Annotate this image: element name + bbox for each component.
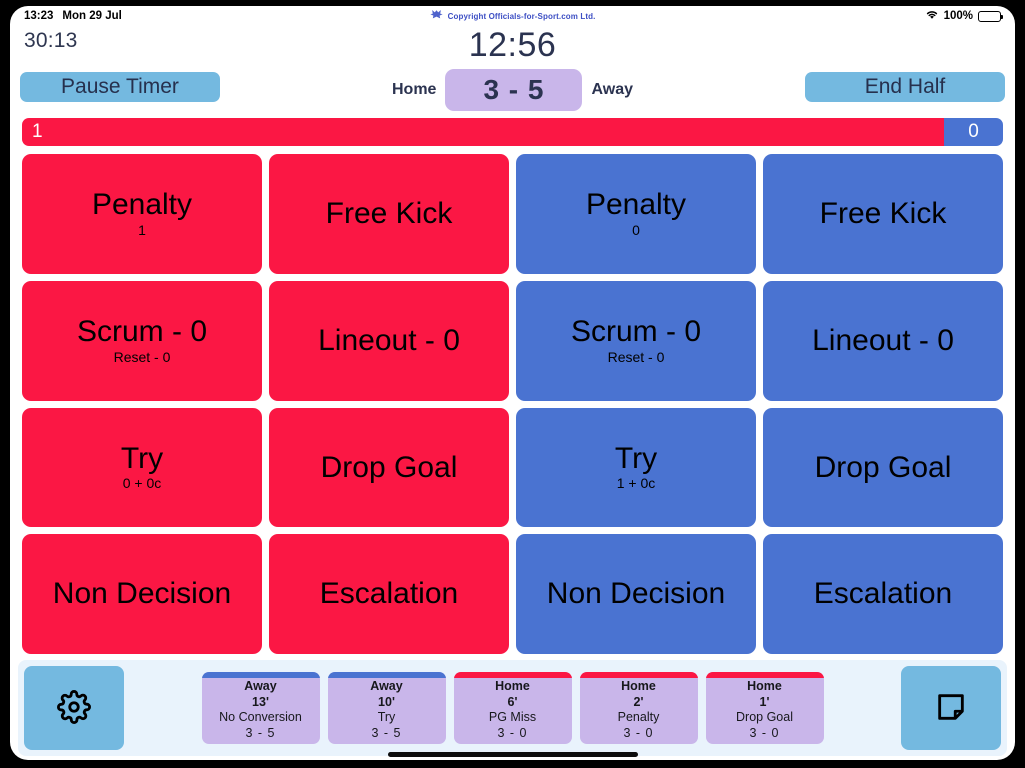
event-score: 3 - 5	[245, 725, 276, 740]
action-button-grid: Penalty 1 Free Kick Penalty 0 Free Kick Scrum …	[10, 154, 1015, 660]
settings-button[interactable]	[24, 666, 124, 750]
possession-home-count: 1	[32, 121, 43, 142]
event-time: 2'	[633, 694, 644, 709]
home-team-label: Home	[392, 81, 437, 98]
bottom-toolbar: Away 13' No Conversion 3 - 5 Away 10' Try 3 - 5…	[18, 660, 1007, 756]
action-button-home-escalation[interactable]: Escalation	[269, 534, 509, 654]
event-type: Drop Goal	[736, 710, 793, 725]
wifi-icon	[925, 9, 939, 23]
event-log-list: Away 13' No Conversion 3 - 5 Away 10' Try 3 - 5…	[130, 666, 895, 750]
event-score: 3 - 0	[749, 725, 780, 740]
event-time: 10'	[378, 694, 395, 709]
possession-away-count: 0	[968, 121, 979, 142]
action-button-away-escalation[interactable]: Escalation	[763, 534, 1003, 654]
event-type: No Conversion	[219, 710, 302, 725]
action-button-home-non-decision[interactable]: Non Decision	[22, 534, 262, 654]
status-bar-date: Mon 29 Jul	[62, 10, 122, 22]
action-button-home-try[interactable]: Try 0 + 0c	[22, 407, 262, 528]
action-subtitle: Reset - 0	[113, 348, 171, 365]
action-button-away-penalty[interactable]: Penalty 0	[516, 154, 756, 274]
status-bar-center: Copyright Officials-for-Sport.com Ltd.	[10, 9, 1015, 23]
action-subtitle: 0 + 0c	[122, 475, 162, 492]
event-team: Home	[747, 679, 782, 693]
battery-percent-label: 100%	[943, 10, 973, 22]
action-button-home-lineout-0[interactable]: Lineout - 0	[269, 280, 509, 401]
event-chip[interactable]: Away 13' No Conversion 3 - 5	[201, 672, 320, 744]
action-title: Try	[120, 441, 164, 475]
action-button-away-lineout-0[interactable]: Lineout - 0	[763, 280, 1003, 401]
end-half-button[interactable]: End Half	[805, 72, 1005, 102]
event-time: 1'	[759, 694, 770, 709]
possession-bar-wrapper: 1 0	[10, 118, 1015, 154]
action-button-away-drop-goal[interactable]: Drop Goal	[763, 407, 1003, 528]
event-team: Home	[495, 679, 530, 693]
event-type: Try	[377, 710, 396, 725]
event-time: 13'	[252, 694, 269, 709]
action-title: Try	[614, 441, 658, 475]
event-team: Away	[370, 679, 403, 693]
pause-timer-button[interactable]: Pause Timer	[20, 72, 220, 102]
event-chip[interactable]: Away 10' Try 3 - 5	[327, 672, 446, 744]
event-score: 3 - 5	[371, 725, 402, 740]
action-title: Free Kick	[819, 197, 947, 231]
action-title: Escalation	[319, 577, 459, 611]
away-team-label: Away	[591, 81, 633, 98]
action-button-away-free-kick[interactable]: Free Kick	[763, 154, 1003, 274]
event-chip[interactable]: Home 1' Drop Goal 3 - 0	[705, 672, 824, 744]
gear-icon	[57, 689, 91, 727]
action-title: Penalty	[91, 188, 193, 222]
action-title: Penalty	[585, 188, 687, 222]
battery-icon	[978, 10, 1004, 22]
possession-away-segment[interactable]: 0	[944, 118, 1003, 146]
action-button-away-non-decision[interactable]: Non Decision	[516, 534, 756, 654]
possession-bar[interactable]: 1 0	[22, 118, 1003, 146]
tablet-device-frame: 13:23 Mon 29 Jul Copyright Officials-for…	[0, 0, 1025, 768]
officials-for-sport-logo-icon	[429, 9, 443, 23]
action-title: Non Decision	[546, 577, 726, 611]
action-button-home-penalty[interactable]: Penalty 1	[22, 154, 262, 274]
match-clock: 12:56	[468, 26, 557, 64]
event-team: Home	[621, 679, 656, 693]
action-button-home-drop-goal[interactable]: Drop Goal	[269, 407, 509, 528]
ios-status-bar: 13:23 Mon 29 Jul Copyright Officials-for…	[10, 6, 1015, 26]
action-title: Drop Goal	[320, 450, 458, 484]
status-bar-time: 13:23	[24, 10, 54, 22]
action-subtitle: 1	[138, 221, 146, 238]
status-bar-right: 100%	[925, 9, 1004, 23]
app-screen: 13:23 Mon 29 Jul Copyright Officials-for…	[10, 6, 1015, 760]
action-subtitle: Reset - 0	[607, 348, 665, 365]
action-title: Scrum - 0	[570, 315, 702, 349]
event-score: 3 - 0	[623, 725, 654, 740]
action-title: Lineout - 0	[812, 323, 954, 357]
event-team: Away	[244, 679, 277, 693]
event-time: 6'	[507, 694, 518, 709]
action-button-home-scrum-0[interactable]: Scrum - 0 Reset - 0	[22, 280, 262, 401]
event-type: PG Miss	[488, 710, 537, 725]
action-button-away-try[interactable]: Try 1 + 0c	[516, 407, 756, 528]
action-subtitle: 1 + 0c	[616, 475, 656, 492]
action-button-away-scrum-0[interactable]: Scrum - 0 Reset - 0	[516, 280, 756, 401]
event-chip[interactable]: Home 2' Penalty 3 - 0	[579, 672, 698, 744]
note-icon	[934, 690, 968, 727]
action-title: Scrum - 0	[76, 315, 208, 349]
action-title: Free Kick	[325, 197, 453, 231]
match-header: 30:13 12:56 Pause Timer End Half Home 3 …	[10, 26, 1015, 118]
action-title: Non Decision	[52, 577, 232, 611]
action-subtitle: 0	[632, 221, 640, 238]
event-score: 3 - 0	[497, 725, 528, 740]
action-title: Drop Goal	[814, 450, 952, 484]
status-bar-left: 13:23 Mon 29 Jul	[24, 10, 122, 22]
action-button-home-free-kick[interactable]: Free Kick	[269, 154, 509, 274]
home-indicator	[387, 752, 638, 757]
action-title: Lineout - 0	[318, 323, 460, 357]
notes-button[interactable]	[901, 666, 1001, 750]
event-chip[interactable]: Home 6' PG Miss 3 - 0	[453, 672, 572, 744]
possession-home-segment[interactable]: 1	[22, 118, 945, 146]
event-type: Penalty	[617, 710, 660, 725]
action-title: Escalation	[813, 577, 953, 611]
score-badge[interactable]: 3 - 5	[445, 69, 583, 111]
copyright-text: Copyright Officials-for-Sport.com Ltd.	[447, 11, 596, 21]
